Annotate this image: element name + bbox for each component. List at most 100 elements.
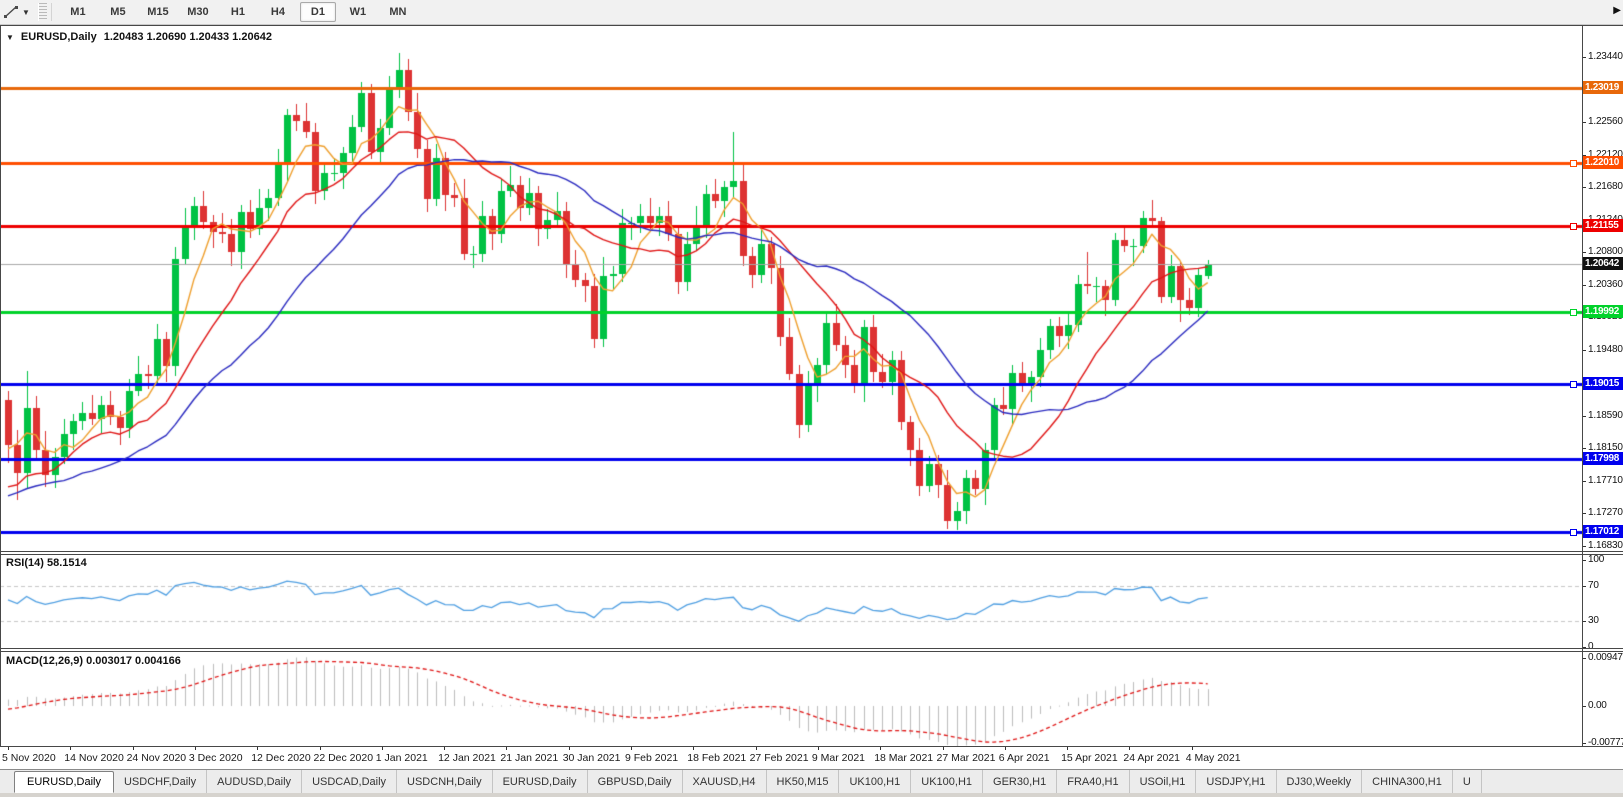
timeframe-button-H4[interactable]: H4 (260, 2, 296, 22)
chart-frame-left (0, 25, 1, 747)
trading-terminal: ▼ M1 M5 M15 M30 H1 H4 D1 W1 MN ▼ EURUSD,Daily 1.… (0, 0, 1623, 797)
timeframe-toolbar: ▼ M1 M5 M15 M30 H1 H4 D1 W1 MN (0, 0, 1623, 25)
level-line-handle[interactable] (1570, 529, 1577, 537)
date-tick-mark (132, 747, 134, 750)
macd-indicator-label: MACD(12,26,9) 0.003017 0.004166 (6, 655, 181, 667)
rsi-tick-label: 30 (1588, 614, 1599, 626)
level-line-handle[interactable] (1570, 223, 1577, 231)
macd-canvas[interactable] (0, 652, 1582, 746)
chart-tab[interactable]: UK100,H1 (839, 770, 912, 793)
tab-scroll-right-icon[interactable]: ▶ (1613, 5, 1621, 16)
level-line-handle[interactable] (1570, 381, 1577, 389)
chart-tab[interactable]: EURUSD,Daily (493, 770, 588, 793)
rsi-panel-bottom-border[interactable] (0, 648, 1623, 649)
price-tick-label: 1.17270 (1588, 507, 1623, 519)
level-price-badge: 1.17012 (1583, 525, 1623, 539)
chart-tab[interactable]: GER30,H1 (983, 770, 1058, 793)
chart-tab[interactable]: DJ30,Weekly (1277, 770, 1363, 793)
chart-tab[interactable]: USDCNH,Daily (397, 770, 493, 793)
date-tick-mark (8, 747, 9, 750)
date-tick-label: 22 Dec 2020 (313, 752, 374, 764)
trendline-tool-icon[interactable] (2, 3, 20, 21)
chart-tab[interactable]: CHINA300,H1 (1362, 770, 1453, 793)
date-tick-label: 18 Feb 2021 (687, 752, 747, 764)
chart-tab[interactable]: USDCAD,Daily (302, 770, 398, 793)
date-tick-mark (568, 747, 570, 750)
chart-tab[interactable]: UK100,H1 (911, 770, 984, 793)
date-tick-mark (1004, 747, 1006, 750)
date-tick-mark (817, 747, 819, 750)
chart-symbol-period: EURUSD,Daily (20, 31, 97, 43)
chart-tab[interactable]: USOil,H1 (1130, 770, 1197, 793)
timeframe-button-MN[interactable]: MN (380, 2, 416, 22)
chart-tab[interactable]: XAUUSD,H4 (683, 770, 767, 793)
rsi-panel-top-border (0, 554, 1623, 555)
date-tick-label: 24 Nov 2020 (126, 752, 187, 764)
tool-dropdown-icon[interactable]: ▼ (22, 8, 30, 17)
chart-tab[interactable]: U (1453, 770, 1482, 793)
date-tick-mark (631, 747, 632, 750)
level-price-badge: 1.17998 (1583, 452, 1623, 466)
chart-tab[interactable]: EURUSD,Daily (14, 771, 114, 793)
date-tick-mark (755, 747, 757, 750)
current-price-badge: 1.20642 (1583, 256, 1623, 270)
date-tick-mark (381, 747, 383, 750)
date-tick-mark (880, 747, 882, 750)
timeframe-button-D1[interactable]: D1 (299, 2, 336, 22)
timeframe-button-M15[interactable]: M15 (140, 2, 176, 22)
chart-tab[interactable]: HK50,M15 (767, 770, 840, 793)
date-tick-mark (506, 747, 508, 750)
date-tick-label: 27 Mar 2021 (936, 752, 996, 764)
date-tick-mark (319, 747, 321, 750)
rsi-tick-label: 100 (1588, 554, 1605, 565)
chart-frame-top (0, 25, 1623, 26)
date-tick-mark (444, 747, 446, 750)
macd-panel-top-border (0, 651, 1623, 652)
date-tick-label: 12 Jan 2021 (438, 752, 496, 764)
date-tick-label: 14 Nov 2020 (64, 752, 124, 764)
chart-tab[interactable]: USDJPY,H1 (1196, 770, 1277, 793)
rsi-indicator-label: RSI(14) 58.1514 (6, 557, 87, 569)
chart-tab[interactable]: GBPUSD,Daily (588, 770, 683, 793)
toolbar-grip[interactable] (37, 3, 47, 21)
chart-tab[interactable]: USDCHF,Daily (114, 770, 208, 793)
chart-tab[interactable]: AUDUSD,Daily (207, 770, 303, 793)
macd-panel-bottom-border (0, 746, 1623, 747)
date-tick-label: 6 Apr 2021 (998, 752, 1050, 764)
level-price-badge: 1.22010 (1583, 155, 1623, 169)
date-tick-mark (70, 747, 72, 750)
main-panel-bottom-border[interactable] (0, 551, 1623, 552)
timeframe-button-H1[interactable]: H1 (220, 2, 256, 22)
price-tick-label: 1.23440 (1588, 51, 1623, 63)
rsi-canvas[interactable] (0, 555, 1582, 648)
date-tick-mark (1191, 747, 1193, 750)
timeframe-button-M30[interactable]: M30 (180, 2, 216, 22)
timeframe-button-M5[interactable]: M5 (100, 2, 136, 22)
chart-tab-bar: EURUSD,Daily USDCHF,Daily AUDUSD,Daily USDC… (0, 769, 1623, 793)
price-tick-label: 1.18590 (1588, 409, 1623, 421)
date-tick-mark (1067, 747, 1069, 750)
date-tick-mark (942, 747, 944, 750)
level-line-handle[interactable] (1570, 309, 1577, 316)
timeframe-button-M1[interactable]: M1 (60, 2, 96, 22)
price-tick-label: 1.19480 (1588, 343, 1623, 355)
date-tick-label: 1 Jan 2021 (375, 752, 428, 764)
date-tick-label: 3 Dec 2020 (188, 752, 243, 764)
level-line-handle[interactable] (1570, 159, 1577, 167)
date-tick-mark (693, 747, 695, 750)
timeframe-button-W1[interactable]: W1 (340, 2, 376, 22)
macd-tick-label: 0.009478 (1588, 652, 1623, 663)
level-price-badge: 1.23019 (1583, 81, 1623, 95)
chart-menu-icon[interactable]: ▼ (6, 33, 14, 42)
date-tick-label: 18 Mar 2021 (874, 752, 934, 764)
date-tick-label: 27 Feb 2021 (749, 752, 809, 764)
date-tick-label: 30 Jan 2021 (562, 752, 621, 764)
date-tick-label: 5 Nov 2020 (2, 752, 56, 764)
chart-tab[interactable]: FRA40,H1 (1057, 770, 1130, 793)
date-tick-mark (194, 747, 196, 750)
macd-tick-label: 0.00 (1588, 700, 1607, 711)
main-chart-canvas[interactable] (0, 26, 1582, 551)
price-tick-label: 1.20360 (1588, 278, 1623, 290)
date-axis[interactable]: 5 Nov 2020 14 Nov 2020 24 Nov 2020 3 Dec 20… (0, 747, 1623, 769)
price-tick-label: 1.16830 (1588, 539, 1623, 551)
